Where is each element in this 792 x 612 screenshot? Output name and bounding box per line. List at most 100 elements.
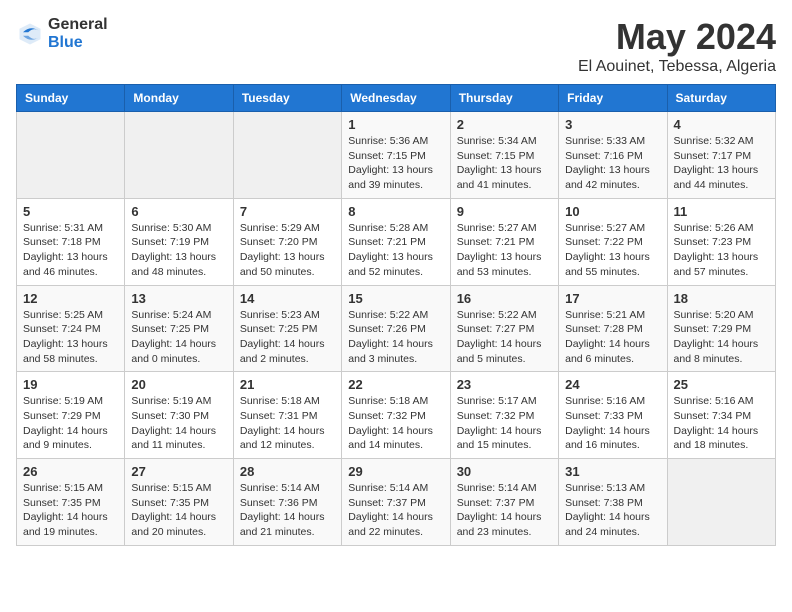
day-info: Sunrise: 5:33 AMSunset: 7:16 PMDaylight:… (565, 134, 660, 193)
day-info: Sunrise: 5:15 AMSunset: 7:35 PMDaylight:… (23, 481, 118, 540)
calendar-cell: 29 Sunrise: 5:14 AMSunset: 7:37 PMDayligh… (342, 459, 450, 546)
day-number: 2 (457, 117, 552, 132)
day-info: Sunrise: 5:14 AMSunset: 7:37 PMDaylight:… (348, 481, 443, 540)
calendar-cell: 4Sunrise: 5:32 AMSunset: 7:17 PMDaylight… (667, 112, 775, 199)
column-header-tuesday: Tuesday (233, 85, 341, 112)
day-info: Sunrise: 5:17 AMSunset: 7:32 PMDaylight:… (457, 394, 552, 453)
calendar-cell: 24 Sunrise: 5:16 AMSunset: 7:33 PMDayligh… (559, 372, 667, 459)
calendar-cell (17, 112, 125, 199)
day-info: Sunrise: 5:24 AMSunset: 7:25 PMDaylight:… (131, 308, 226, 367)
calendar-cell: 27Sunrise: 5:15 AMSunset: 7:35 PMDayligh… (125, 459, 233, 546)
calendar-table: SundayMondayTuesdayWednesdayThursdayFrid… (16, 84, 776, 546)
page-header: General Blue May 2024 El Aouinet, Tebess… (16, 16, 776, 76)
column-header-thursday: Thursday (450, 85, 558, 112)
day-info: Sunrise: 5:34 AMSunset: 7:15 PMDaylight:… (457, 134, 552, 193)
day-number: 29 (348, 464, 443, 479)
calendar-cell: 23 Sunrise: 5:17 AMSunset: 7:32 PMDayligh… (450, 372, 558, 459)
calendar-header: SundayMondayTuesdayWednesdayThursdayFrid… (17, 85, 776, 112)
column-header-wednesday: Wednesday (342, 85, 450, 112)
calendar-cell: 10Sunrise: 5:27 AMSunset: 7:22 PMDayligh… (559, 198, 667, 285)
day-number: 9 (457, 204, 552, 219)
calendar-cell: 25 Sunrise: 5:16 AMSunset: 7:34 PMDayligh… (667, 372, 775, 459)
calendar-cell: 5Sunrise: 5:31 AMSunset: 7:18 PMDaylight… (17, 198, 125, 285)
title-block: May 2024 El Aouinet, Tebessa, Algeria (578, 16, 776, 76)
day-number: 17 (565, 291, 660, 306)
calendar-cell: 2 Sunrise: 5:34 AMSunset: 7:15 PMDaylight… (450, 112, 558, 199)
day-number: 31 (565, 464, 660, 479)
logo: General Blue (16, 16, 108, 51)
logo-icon (16, 20, 44, 48)
day-info: Sunrise: 5:27 AMSunset: 7:22 PMDaylight:… (565, 221, 660, 280)
day-number: 15 (348, 291, 443, 306)
calendar-cell (233, 112, 341, 199)
day-number: 12 (23, 291, 118, 306)
calendar-cell: 11 Sunrise: 5:26 AMSunset: 7:23 PMDayligh… (667, 198, 775, 285)
calendar-cell: 13 Sunrise: 5:24 AMSunset: 7:25 PMDayligh… (125, 285, 233, 372)
calendar-cell: 19Sunrise: 5:19 AMSunset: 7:29 PMDayligh… (17, 372, 125, 459)
calendar-week-2: 5Sunrise: 5:31 AMSunset: 7:18 PMDaylight… (17, 198, 776, 285)
calendar-cell: 3 Sunrise: 5:33 AMSunset: 7:16 PMDaylight… (559, 112, 667, 199)
calendar-week-4: 19Sunrise: 5:19 AMSunset: 7:29 PMDayligh… (17, 372, 776, 459)
calendar-cell: 28Sunrise: 5:14 AMSunset: 7:36 PMDayligh… (233, 459, 341, 546)
logo-text: General Blue (48, 16, 108, 51)
calendar-cell: 15Sunrise: 5:22 AMSunset: 7:26 PMDayligh… (342, 285, 450, 372)
day-number: 24 (565, 377, 660, 392)
day-info: Sunrise: 5:19 AMSunset: 7:29 PMDaylight:… (23, 394, 118, 453)
day-number: 23 (457, 377, 552, 392)
day-info: Sunrise: 5:21 AMSunset: 7:28 PMDaylight:… (565, 308, 660, 367)
day-number: 22 (348, 377, 443, 392)
logo-blue-text: Blue (48, 34, 108, 52)
calendar-cell: 16Sunrise: 5:22 AMSunset: 7:27 PMDayligh… (450, 285, 558, 372)
calendar-week-3: 12 Sunrise: 5:25 AMSunset: 7:24 PMDayligh… (17, 285, 776, 372)
day-number: 30 (457, 464, 552, 479)
day-number: 26 (23, 464, 118, 479)
calendar-cell: 20Sunrise: 5:19 AMSunset: 7:30 PMDayligh… (125, 372, 233, 459)
column-header-saturday: Saturday (667, 85, 775, 112)
calendar-cell: 17 Sunrise: 5:21 AMSunset: 7:28 PMDayligh… (559, 285, 667, 372)
day-number: 14 (240, 291, 335, 306)
day-info: Sunrise: 5:16 AMSunset: 7:33 PMDaylight:… (565, 394, 660, 453)
day-info: Sunrise: 5:19 AMSunset: 7:30 PMDaylight:… (131, 394, 226, 453)
day-info: Sunrise: 5:25 AMSunset: 7:24 PMDaylight:… (23, 308, 118, 367)
calendar-cell (125, 112, 233, 199)
day-info: Sunrise: 5:26 AMSunset: 7:23 PMDaylight:… (674, 221, 769, 280)
calendar-cell: 18Sunrise: 5:20 AMSunset: 7:29 PMDayligh… (667, 285, 775, 372)
day-info: Sunrise: 5:29 AMSunset: 7:20 PMDaylight:… (240, 221, 335, 280)
day-number: 25 (674, 377, 769, 392)
calendar-cell (667, 459, 775, 546)
column-header-friday: Friday (559, 85, 667, 112)
day-info: Sunrise: 5:16 AMSunset: 7:34 PMDaylight:… (674, 394, 769, 453)
location-text: El Aouinet, Tebessa, Algeria (578, 58, 776, 76)
day-number: 7 (240, 204, 335, 219)
day-number: 1 (348, 117, 443, 132)
day-info: Sunrise: 5:30 AMSunset: 7:19 PMDaylight:… (131, 221, 226, 280)
calendar-cell: 9 Sunrise: 5:27 AMSunset: 7:21 PMDaylight… (450, 198, 558, 285)
calendar-week-1: 1Sunrise: 5:36 AMSunset: 7:15 PMDaylight… (17, 112, 776, 199)
calendar-week-5: 26 Sunrise: 5:15 AMSunset: 7:35 PMDayligh… (17, 459, 776, 546)
calendar-body: 1Sunrise: 5:36 AMSunset: 7:15 PMDaylight… (17, 112, 776, 546)
month-title: May 2024 (578, 16, 776, 58)
day-number: 16 (457, 291, 552, 306)
calendar-cell: 30Sunrise: 5:14 AMSunset: 7:37 PMDayligh… (450, 459, 558, 546)
day-number: 8 (348, 204, 443, 219)
calendar-cell: 22 Sunrise: 5:18 AMSunset: 7:32 PMDayligh… (342, 372, 450, 459)
day-number: 27 (131, 464, 226, 479)
day-number: 11 (674, 204, 769, 219)
column-header-sunday: Sunday (17, 85, 125, 112)
day-info: Sunrise: 5:27 AMSunset: 7:21 PMDaylight:… (457, 221, 552, 280)
calendar-cell: 1Sunrise: 5:36 AMSunset: 7:15 PMDaylight… (342, 112, 450, 199)
calendar-cell: 6 Sunrise: 5:30 AMSunset: 7:19 PMDaylight… (125, 198, 233, 285)
calendar-cell: 21 Sunrise: 5:18 AMSunset: 7:31 PMDayligh… (233, 372, 341, 459)
day-info: Sunrise: 5:23 AMSunset: 7:25 PMDaylight:… (240, 308, 335, 367)
day-info: Sunrise: 5:13 AMSunset: 7:38 PMDaylight:… (565, 481, 660, 540)
day-info: Sunrise: 5:31 AMSunset: 7:18 PMDaylight:… (23, 221, 118, 280)
day-number: 28 (240, 464, 335, 479)
day-number: 3 (565, 117, 660, 132)
calendar-cell: 26 Sunrise: 5:15 AMSunset: 7:35 PMDayligh… (17, 459, 125, 546)
day-number: 6 (131, 204, 226, 219)
day-number: 13 (131, 291, 226, 306)
day-number: 21 (240, 377, 335, 392)
day-info: Sunrise: 5:18 AMSunset: 7:31 PMDaylight:… (240, 394, 335, 453)
column-header-monday: Monday (125, 85, 233, 112)
day-info: Sunrise: 5:18 AMSunset: 7:32 PMDaylight:… (348, 394, 443, 453)
